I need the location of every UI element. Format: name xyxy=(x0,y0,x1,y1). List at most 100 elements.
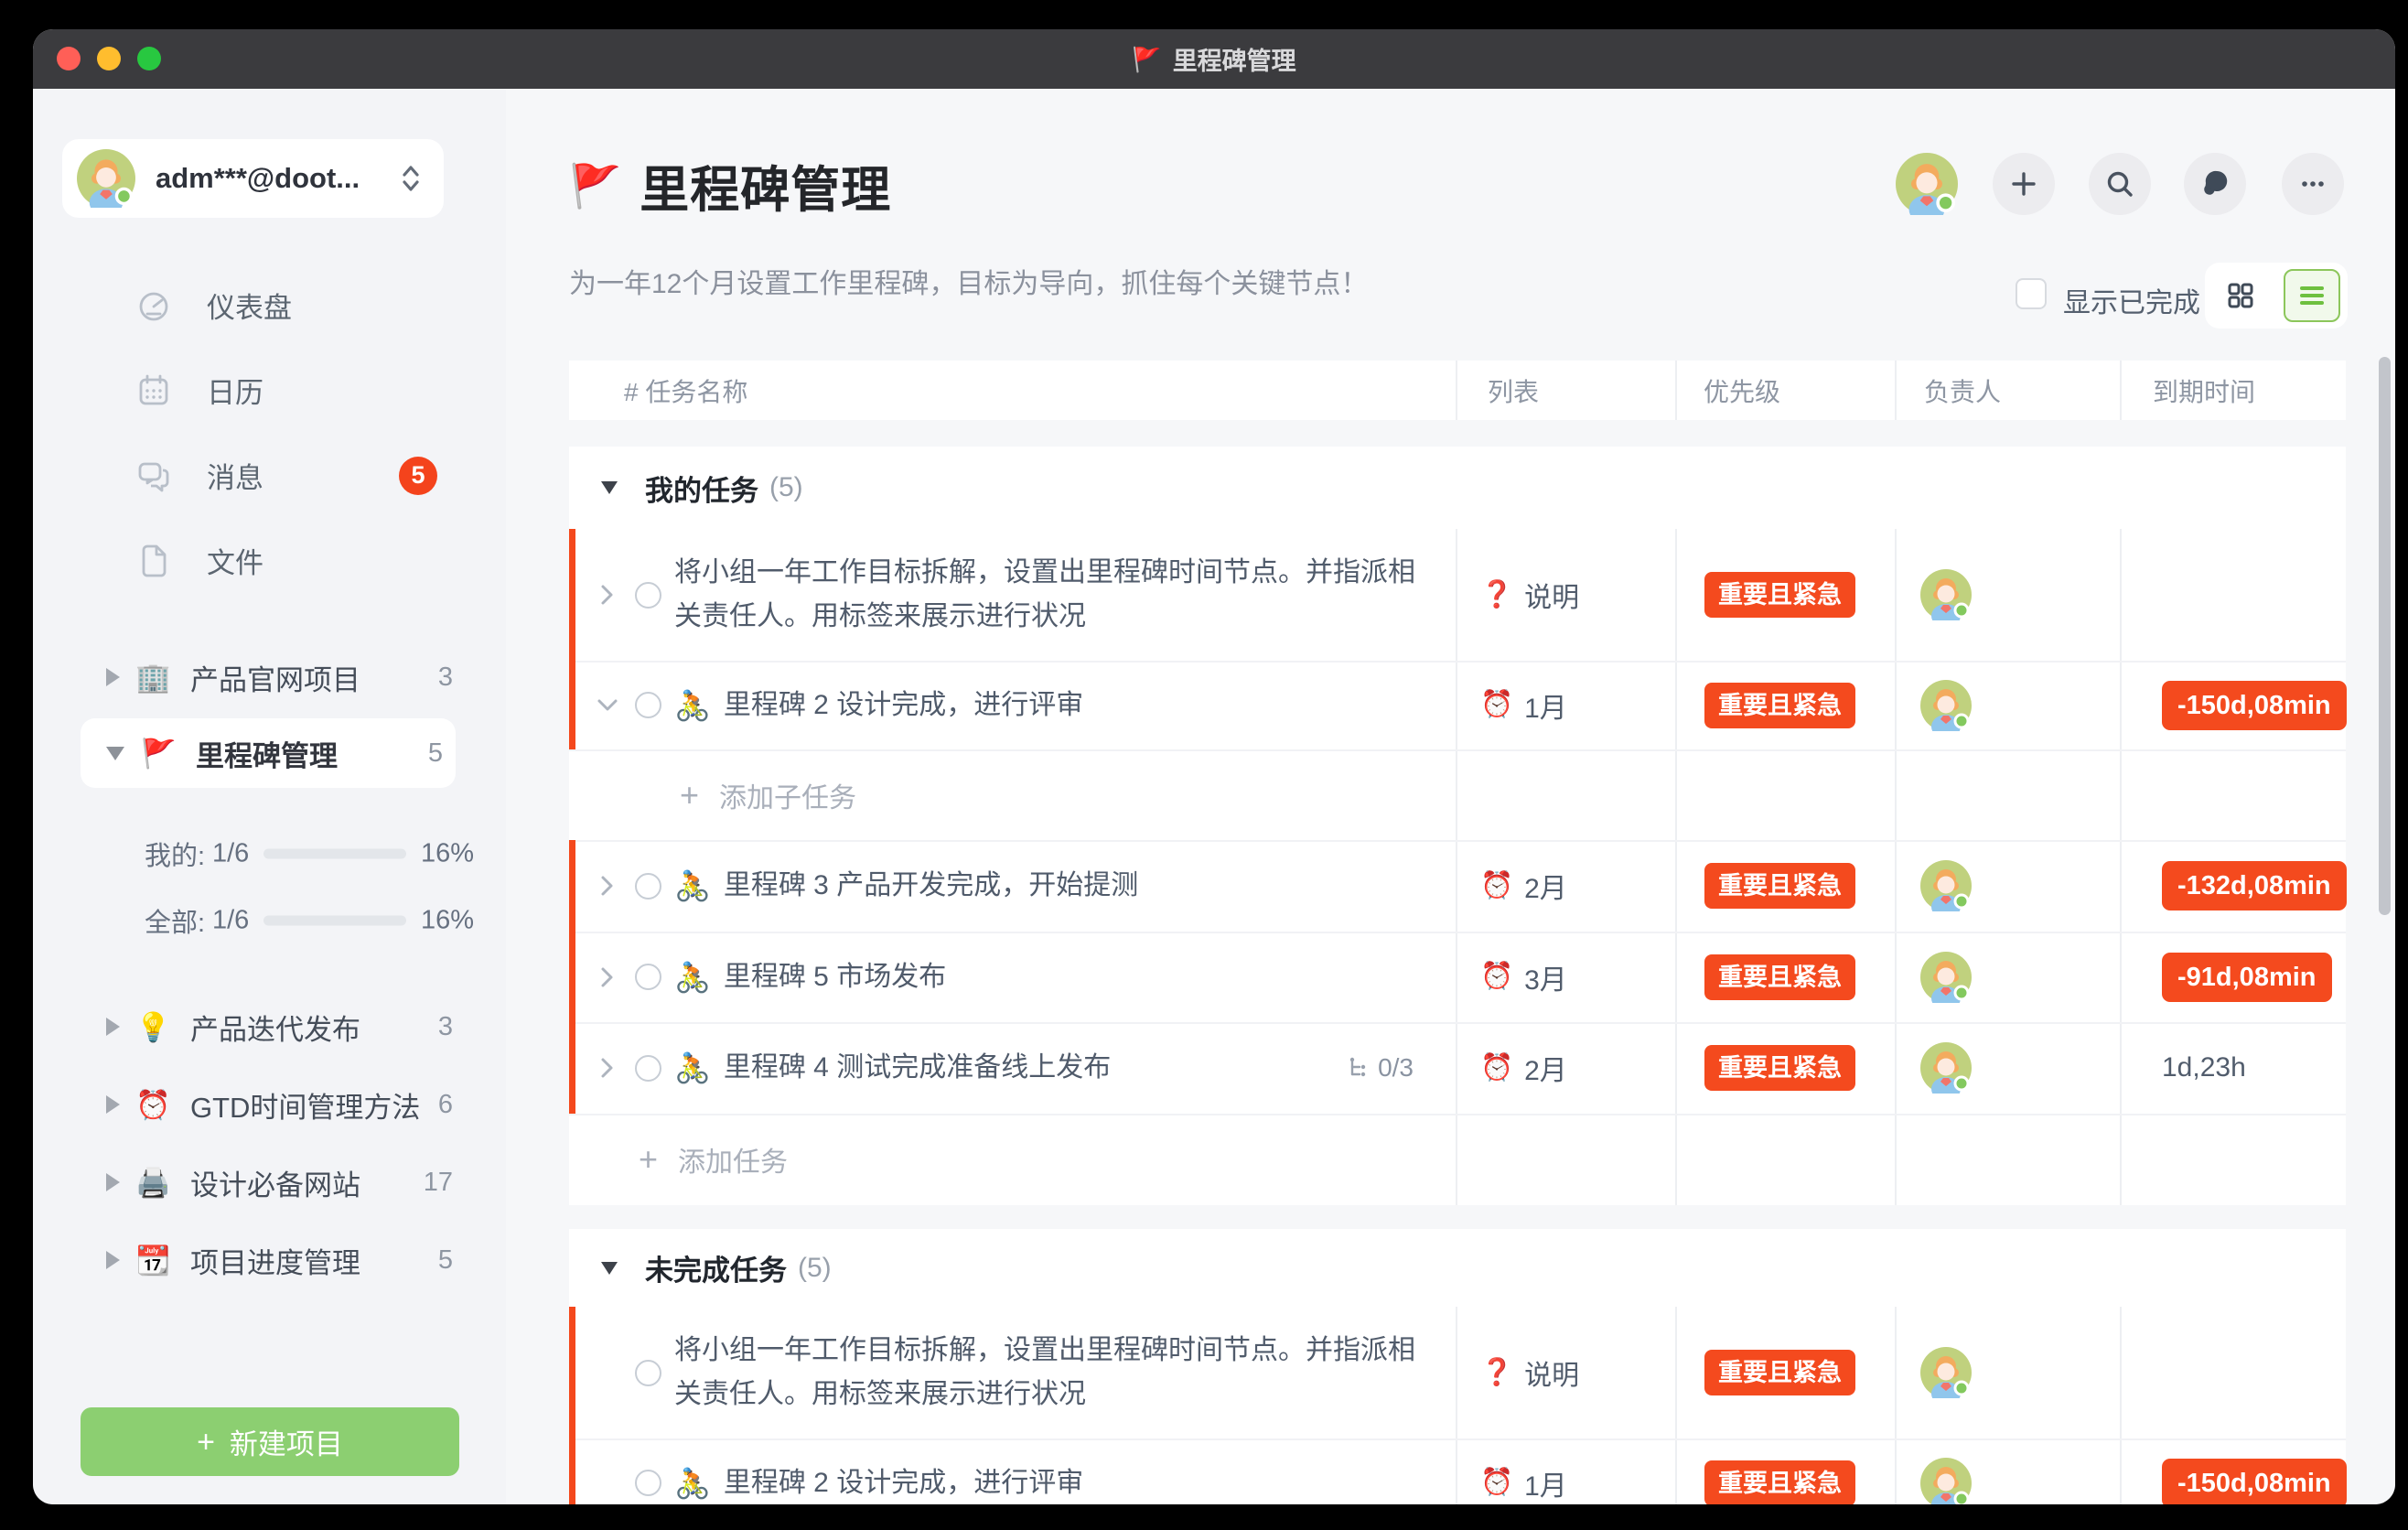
search-button[interactable] xyxy=(2089,153,2151,215)
close-button[interactable] xyxy=(57,47,81,70)
collapse-icon xyxy=(601,481,618,494)
priority-badge: 重要且紧急 xyxy=(1704,863,1855,909)
sidebar-project-milestone-selected[interactable]: 🚩 里程碑管理 5 xyxy=(81,718,456,788)
task-row[interactable]: 🚴 里程碑 3 产品开发完成，开始提测 ⏰ 2月 重要且紧急 -132d,08m… xyxy=(569,840,2346,932)
scrollbar-thumb[interactable] xyxy=(2379,357,2391,915)
add-subtask-row[interactable]: + 添加子任务 xyxy=(569,749,2346,840)
titlebar: 🚩 里程碑管理 xyxy=(33,29,2395,89)
task-checkbox[interactable] xyxy=(635,1360,661,1386)
list-name: 说明 xyxy=(1524,575,1579,615)
task-row[interactable]: 🚴 里程碑 2 设计完成，进行评审 ⏰ 1月 重要且紧急 -150d,08min xyxy=(569,1438,2346,1504)
expand-icon xyxy=(106,1018,120,1036)
sidebar-item-label: 仪表盘 xyxy=(207,285,292,326)
project-stat-all: 全部: 1/6 16% xyxy=(33,899,506,943)
project-count: 17 xyxy=(424,1168,453,1198)
project-emoji-icon: 🖨️ xyxy=(135,1169,171,1197)
task-row[interactable]: 将小组一年工作目标拆解，设置出里程碑时间节点。并指派相关责任人。用标签来展示进行… xyxy=(569,529,2346,661)
owner-avatar xyxy=(1920,680,1972,731)
expand-chevron-icon[interactable] xyxy=(600,964,615,991)
list-name: 2月 xyxy=(1524,1048,1567,1088)
group-header[interactable]: 未完成任务 (5) xyxy=(569,1229,2346,1307)
more-button[interactable] xyxy=(2282,153,2344,215)
sidebar-item-label: 消息 xyxy=(207,455,263,496)
view-switcher xyxy=(2205,263,2348,329)
user-menu[interactable]: adm***@doot... xyxy=(62,139,444,218)
sidebar-project-gtd[interactable]: ⏰ GTD时间管理方法 6 xyxy=(33,1066,506,1143)
alarm-icon: ⏰ xyxy=(1480,692,1513,718)
expand-chevron-icon[interactable] xyxy=(600,872,615,900)
task-name: 里程碑 2 设计完成，进行评审 xyxy=(724,684,1083,727)
stat-value: 1/6 xyxy=(212,906,249,936)
grid-view-icon xyxy=(2225,280,2256,311)
task-emoji-icon: 🚴 xyxy=(674,691,711,720)
stat-label: 全部: xyxy=(145,901,205,940)
sidebar-item-calendar[interactable]: 日历 xyxy=(33,348,506,433)
header-avatar[interactable] xyxy=(1896,153,1958,215)
minimize-button[interactable] xyxy=(97,47,121,70)
list-view-button[interactable] xyxy=(2284,269,2340,322)
plus-icon: + xyxy=(680,779,699,812)
owner-avatar xyxy=(1920,952,1972,1003)
project-emoji-icon: 📆 xyxy=(135,1246,171,1275)
task-checkbox[interactable] xyxy=(635,873,661,900)
list-name: 3月 xyxy=(1524,957,1567,997)
chat-button[interactable] xyxy=(2184,153,2246,215)
plus-icon: + xyxy=(197,1427,215,1458)
task-checkbox[interactable] xyxy=(635,964,661,990)
expand-chevron-icon[interactable] xyxy=(600,1054,615,1082)
owner-avatar xyxy=(1920,860,1972,911)
task-checkbox[interactable] xyxy=(635,1470,661,1496)
task-row[interactable]: 🚴 里程碑 2 设计完成，进行评审 ⏰ 1月 重要且紧急 -150d,08min xyxy=(569,661,2346,749)
sidebar-project-iteration[interactable]: 💡 产品迭代发布 3 xyxy=(33,988,506,1065)
show-completed-checkbox[interactable] xyxy=(2016,278,2047,309)
collapse-icon xyxy=(106,747,124,760)
collapse-chevron-icon[interactable] xyxy=(594,698,621,713)
priority-badge: 重要且紧急 xyxy=(1704,954,1855,1000)
group-header[interactable]: 我的任务 (5) xyxy=(569,447,2346,529)
project-emoji-icon: 🏢 xyxy=(135,663,171,692)
task-checkbox[interactable] xyxy=(635,692,661,718)
due-badge: -91d,08min xyxy=(2162,953,2332,1002)
task-emoji-icon: 🚴 xyxy=(674,963,711,992)
add-task-row[interactable]: + 添加任务 xyxy=(569,1114,2346,1205)
new-project-label: 新建项目 xyxy=(230,1421,343,1462)
group-count: (5) xyxy=(769,472,803,503)
task-checkbox[interactable] xyxy=(635,582,661,609)
priority-strip xyxy=(569,529,575,661)
calendar-icon xyxy=(135,372,172,409)
subtask-count: 0/3 xyxy=(1378,1053,1414,1083)
due-badge: -150d,08min xyxy=(2162,1459,2347,1505)
sidebar-project-progress[interactable]: 📆 项目进度管理 5 xyxy=(33,1222,506,1298)
task-name: 将小组一年工作目标拆解，设置出里程碑时间节点。并指派相关责任人。用标签来展示进行… xyxy=(674,1329,1423,1417)
task-checkbox[interactable] xyxy=(635,1055,661,1082)
progress-bar xyxy=(263,916,406,926)
sidebar-item-files[interactable]: 文件 xyxy=(33,518,506,603)
project-label: 设计必备网站 xyxy=(190,1162,360,1203)
sidebar-item-messages[interactable]: 消息 5 xyxy=(33,433,506,518)
column-header-list: 列表 xyxy=(1456,361,1675,420)
new-project-button[interactable]: + 新建项目 xyxy=(81,1407,459,1476)
task-row[interactable]: 将小组一年工作目标拆解，设置出里程碑时间节点。并指派相关责任人。用标签来展示进行… xyxy=(569,1307,2346,1438)
zoom-button[interactable] xyxy=(137,47,161,70)
add-button[interactable] xyxy=(1993,153,2055,215)
task-row[interactable]: 🚴 里程碑 5 市场发布 ⏰ 3月 重要且紧急 -91d,08min xyxy=(569,932,2346,1022)
project-count: 5 xyxy=(438,1245,453,1276)
stat-value: 1/6 xyxy=(212,839,249,869)
sidebar-item-label: 文件 xyxy=(207,540,263,581)
task-emoji-icon: 🚴 xyxy=(674,1469,711,1498)
sidebar-project-website[interactable]: 🏢 产品官网项目 3 xyxy=(33,639,506,716)
expand-chevron-icon[interactable] xyxy=(600,581,615,609)
subtask-counter: 0/3 xyxy=(1347,1053,1414,1083)
sidebar-item-dashboard[interactable]: 仪表盘 xyxy=(33,263,506,348)
ellipsis-icon xyxy=(2297,168,2328,199)
task-row[interactable]: 🚴 里程碑 4 测试完成准备线上发布 0/3 xyxy=(569,1022,2346,1114)
main-content: 🚩 里程碑管理 为一年12个月设置工作里程碑，目标为导向，抓住每个关键节点！ xyxy=(506,89,2395,1504)
grid-view-button[interactable] xyxy=(2212,269,2269,322)
task-name: 里程碑 2 设计完成，进行评审 xyxy=(724,1461,1083,1505)
page-description: 为一年12个月设置工作里程碑，目标为导向，抓住每个关键节点！ xyxy=(569,261,1368,301)
sidebar-project-design-sites[interactable]: 🖨️ 设计必备网站 17 xyxy=(33,1144,506,1221)
collapse-icon xyxy=(601,1262,618,1275)
column-header-due: 到期时间 xyxy=(2120,361,2346,420)
project-count: 6 xyxy=(438,1090,453,1120)
subtask-tree-icon xyxy=(1347,1056,1371,1080)
